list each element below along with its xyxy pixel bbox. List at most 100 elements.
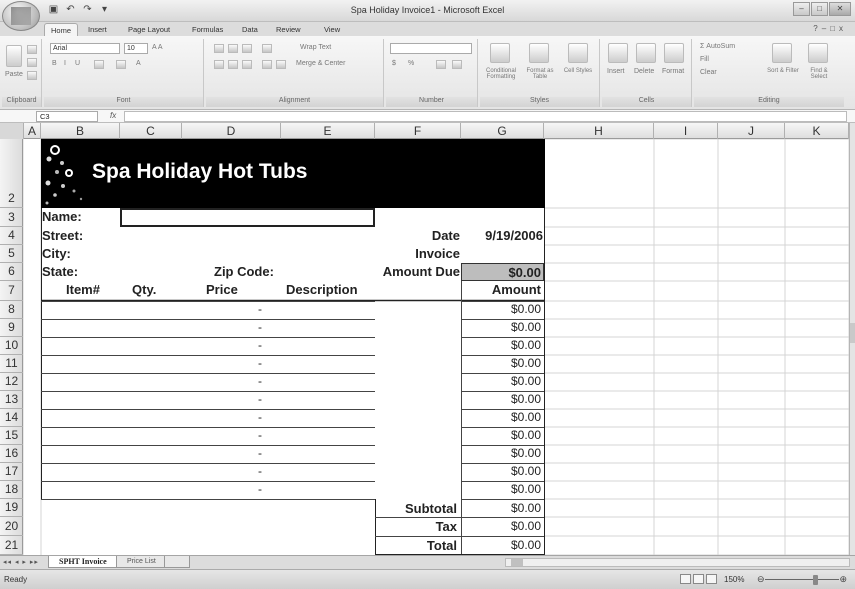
cell-styles-button[interactable]: Cell Styles [562,68,594,74]
cell-styles-icon[interactable] [568,43,588,63]
zoom-out-icon[interactable]: ⊖ [757,574,765,585]
row-header-7[interactable]: 7 [0,281,23,301]
normal-view-icon[interactable] [680,574,691,584]
column-header-h[interactable]: H [544,123,654,139]
row-header-21[interactable]: 21 [0,536,23,555]
line-item-price[interactable]: - [182,356,262,370]
formula-input[interactable] [124,111,847,122]
row-header-13[interactable]: 13 [0,391,23,409]
find-select-button[interactable]: Find & Select [802,68,836,80]
font-size-select[interactable]: 10 [124,43,148,54]
insert-button[interactable]: Insert [607,68,625,75]
tab-review[interactable]: Review [270,23,307,36]
delete-button[interactable]: Delete [634,68,654,75]
line-item-amount[interactable]: $0.00 [461,410,541,424]
line-item-price[interactable]: - [182,338,262,352]
maximize-icon[interactable]: □ [811,2,828,16]
line-item-price[interactable]: - [182,320,262,334]
format-as-table-icon[interactable] [529,43,549,63]
column-header-a[interactable]: A [24,123,41,139]
tab-insert[interactable]: Insert [82,23,113,36]
vertical-scrollbar[interactable] [849,123,855,555]
paste-icon[interactable] [6,45,22,67]
format-as-table-button[interactable]: Format as Table [522,68,558,80]
column-header-c[interactable]: C [120,123,182,139]
minimize-icon[interactable]: – [793,2,810,16]
line-item-amount[interactable]: $0.00 [461,392,541,406]
align-left-icon[interactable] [214,60,224,69]
tab-page-layout[interactable]: Page Layout [122,23,176,36]
format-cells-icon[interactable] [664,43,684,63]
font-name-select[interactable]: Arial [50,43,120,54]
insert-cells-icon[interactable] [608,43,628,63]
sheet-tab-invoice[interactable]: SPHT Invoice [48,556,118,568]
align-center-icon[interactable] [228,60,238,69]
row-header-3[interactable]: 3 [0,208,23,227]
font-grow-shrink-icon[interactable]: A A [152,44,163,51]
zoom-level[interactable]: 150% [724,575,744,584]
date-value[interactable]: 9/19/2006 [461,228,543,243]
vertical-scroll-thumb[interactable] [850,323,855,343]
line-item-price[interactable]: - [182,446,262,460]
row-header-20[interactable]: 20 [0,517,23,536]
row-header-8[interactable]: 8 [0,301,23,319]
borders-icon[interactable] [94,60,104,69]
wrap-text-button[interactable]: Wrap Text [300,44,331,51]
total-value-subtotal[interactable]: $0.00 [461,501,541,515]
line-item-price[interactable]: - [182,464,262,478]
close-icon[interactable]: ✕ [829,2,851,16]
row-header-17[interactable]: 17 [0,463,23,481]
insert-sheet-icon[interactable] [164,556,190,568]
total-value-total[interactable]: $0.00 [461,538,541,552]
conditional-formatting-icon[interactable] [490,43,510,63]
line-item-amount[interactable]: $0.00 [461,302,541,316]
sheet-nav-arrows[interactable]: ◂◂ ◂ ▸ ▸▸ [3,558,39,566]
sheet-tab-price-list[interactable]: Price List [116,556,167,568]
fill-color-icon[interactable] [116,60,126,69]
zoom-knob[interactable] [813,575,818,585]
orientation-icon[interactable] [262,44,272,53]
decrease-decimal-icon[interactable] [452,60,462,69]
delete-cells-icon[interactable] [636,43,656,63]
sort-filter-icon[interactable] [772,43,792,63]
format-button[interactable]: Format [662,68,684,75]
increase-decimal-icon[interactable] [436,60,446,69]
number-format-select[interactable] [390,43,472,54]
font-color-icon[interactable]: A [136,60,141,67]
total-value-tax[interactable]: $0.00 [461,519,541,533]
decrease-indent-icon[interactable] [262,60,272,69]
currency-button[interactable]: $ [392,60,396,67]
office-button[interactable] [2,1,40,31]
percent-button[interactable]: % [408,60,414,67]
line-item-amount[interactable]: $0.00 [461,320,541,334]
row-header-12[interactable]: 12 [0,373,23,391]
ribbon-restore-icon[interactable]: □ [830,24,839,33]
fill-button[interactable]: Fill [700,56,709,63]
line-item-price[interactable]: - [182,482,262,496]
name-box[interactable]: C3 [36,111,98,122]
help-icon[interactable]: ? [813,24,821,33]
align-middle-icon[interactable] [228,44,238,53]
line-item-amount[interactable]: $0.00 [461,374,541,388]
row-header-10[interactable]: 10 [0,337,23,355]
line-item-price[interactable]: - [182,428,262,442]
horizontal-scroll-thumb[interactable] [511,559,523,566]
horizontal-scrollbar[interactable] [505,558,850,567]
row-header-2[interactable]: 2 [0,139,23,208]
align-bottom-icon[interactable] [242,44,252,53]
worksheet-grid[interactable]: Spa Holiday Hot Tubs Name: Street: City:… [24,139,849,555]
row-header-18[interactable]: 18 [0,481,23,499]
column-header-e[interactable]: E [281,123,375,139]
line-item-amount[interactable]: $0.00 [461,446,541,460]
row-header-6[interactable]: 6 [0,263,23,281]
insert-function-icon[interactable]: fx [110,111,116,120]
column-header-i[interactable]: I [654,123,718,139]
sort-filter-button[interactable]: Sort & Filter [766,68,800,74]
line-item-price[interactable]: - [182,392,262,406]
page-break-view-icon[interactable] [706,574,717,584]
conditional-formatting-button[interactable]: Conditional Formatting [482,68,520,80]
paste-button[interactable]: Paste [5,71,23,78]
autosum-button[interactable]: Σ AutoSum [700,43,735,50]
underline-icon[interactable]: U [75,60,80,67]
line-item-price[interactable]: - [182,302,262,316]
